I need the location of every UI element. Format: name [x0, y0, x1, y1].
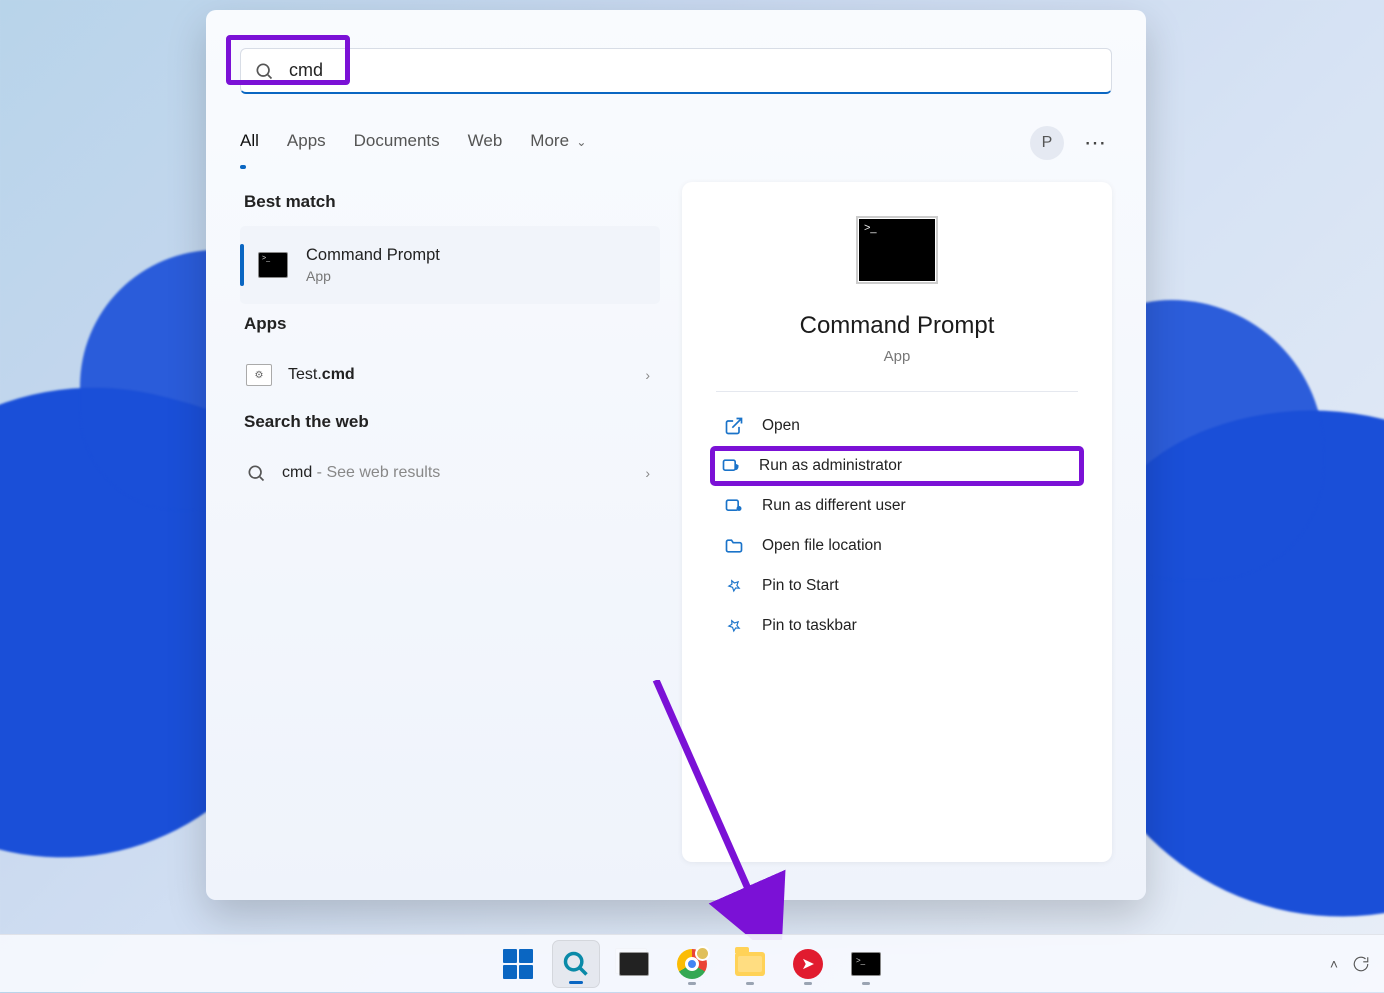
- action-label: Run as administrator: [759, 457, 902, 475]
- windows-logo-icon: [503, 949, 533, 979]
- search-icon: [562, 950, 590, 978]
- search-icon: [254, 61, 274, 81]
- pin-icon: [724, 576, 744, 596]
- taskbar: ➤ ˄: [0, 934, 1384, 992]
- action-open[interactable]: Open: [716, 406, 1078, 446]
- web-result-term: cmd: [282, 464, 312, 481]
- chevron-right-icon: ›: [645, 367, 650, 383]
- taskbar-chrome-button[interactable]: [668, 940, 716, 988]
- section-web: Search the web: [244, 412, 660, 432]
- search-panel: All Apps Documents Web More ⌄ P ⋯ Best m…: [206, 10, 1146, 900]
- section-best-match: Best match: [244, 192, 660, 212]
- tab-web[interactable]: Web: [468, 131, 503, 155]
- cmd-app-icon: [258, 252, 288, 278]
- results-column: Best match Command Prompt App Apps ⚙ Tes…: [240, 182, 660, 862]
- section-apps: Apps: [244, 314, 660, 334]
- action-label: Run as different user: [762, 497, 906, 515]
- action-label: Open file location: [762, 537, 882, 555]
- result-subtitle: App: [306, 268, 440, 284]
- open-external-icon: [724, 416, 744, 436]
- file-icon: ⚙: [246, 364, 272, 386]
- result-command-prompt[interactable]: Command Prompt App: [240, 226, 660, 304]
- result-test-cmd[interactable]: ⚙ Test.cmd ›: [240, 348, 660, 402]
- action-pin-taskbar[interactable]: Pin to taskbar: [716, 606, 1078, 646]
- taskbar-app-lips-button[interactable]: ➤: [784, 940, 832, 988]
- user-avatar[interactable]: P: [1030, 126, 1064, 160]
- file-explorer-icon: [735, 952, 765, 976]
- action-run-diff-user[interactable]: Run as different user: [716, 486, 1078, 526]
- action-pin-start[interactable]: Pin to Start: [716, 566, 1078, 606]
- result-title: Command Prompt: [306, 246, 440, 265]
- chevron-down-icon: ⌄: [573, 135, 586, 149]
- result-label-prefix: Test.: [288, 366, 322, 383]
- detail-pane: Command Prompt App Open Run as administr…: [682, 182, 1112, 862]
- lips-icon: ➤: [793, 949, 823, 979]
- taskbar-task-view-button[interactable]: [610, 940, 658, 988]
- chevron-right-icon: ›: [645, 465, 650, 481]
- cmd-large-icon: [856, 216, 938, 284]
- tab-documents[interactable]: Documents: [354, 131, 440, 155]
- window-user-icon: [724, 496, 744, 516]
- result-web-cmd[interactable]: cmd - See web results ›: [240, 446, 660, 500]
- detail-subtitle: App: [716, 348, 1078, 365]
- tray-sync-icon[interactable]: [1352, 955, 1370, 973]
- more-options-button[interactable]: ⋯: [1078, 126, 1112, 160]
- task-view-icon: [619, 952, 649, 976]
- action-open-location[interactable]: Open file location: [716, 526, 1078, 566]
- action-label: Pin to taskbar: [762, 617, 857, 635]
- web-result-suffix: - See web results: [312, 464, 440, 481]
- action-run-admin[interactable]: Run as administrator: [710, 446, 1084, 486]
- pin-icon: [724, 616, 744, 636]
- action-label: Pin to Start: [762, 577, 839, 595]
- tray-chevron-up-icon[interactable]: ˄: [1330, 956, 1338, 972]
- chrome-icon: [677, 949, 707, 979]
- cmd-app-icon: [851, 952, 881, 976]
- folder-icon: [724, 536, 744, 556]
- divider: [716, 391, 1078, 392]
- shield-admin-icon: [721, 456, 741, 476]
- search-icon: [246, 463, 266, 483]
- taskbar-start-button[interactable]: [494, 940, 542, 988]
- tab-all[interactable]: All: [240, 131, 259, 155]
- taskbar-search-button[interactable]: [552, 940, 600, 988]
- taskbar-explorer-button[interactable]: [726, 940, 774, 988]
- tab-more[interactable]: More ⌄: [530, 131, 586, 155]
- search-input[interactable]: [240, 48, 1112, 94]
- result-label-bold: cmd: [322, 366, 355, 383]
- taskbar-cmd-button[interactable]: [842, 940, 890, 988]
- filter-tabs: All Apps Documents Web More ⌄: [240, 131, 586, 155]
- search-box-wrap: [240, 48, 1112, 94]
- detail-title: Command Prompt: [716, 312, 1078, 340]
- action-label: Open: [762, 417, 800, 435]
- tab-apps[interactable]: Apps: [287, 131, 326, 155]
